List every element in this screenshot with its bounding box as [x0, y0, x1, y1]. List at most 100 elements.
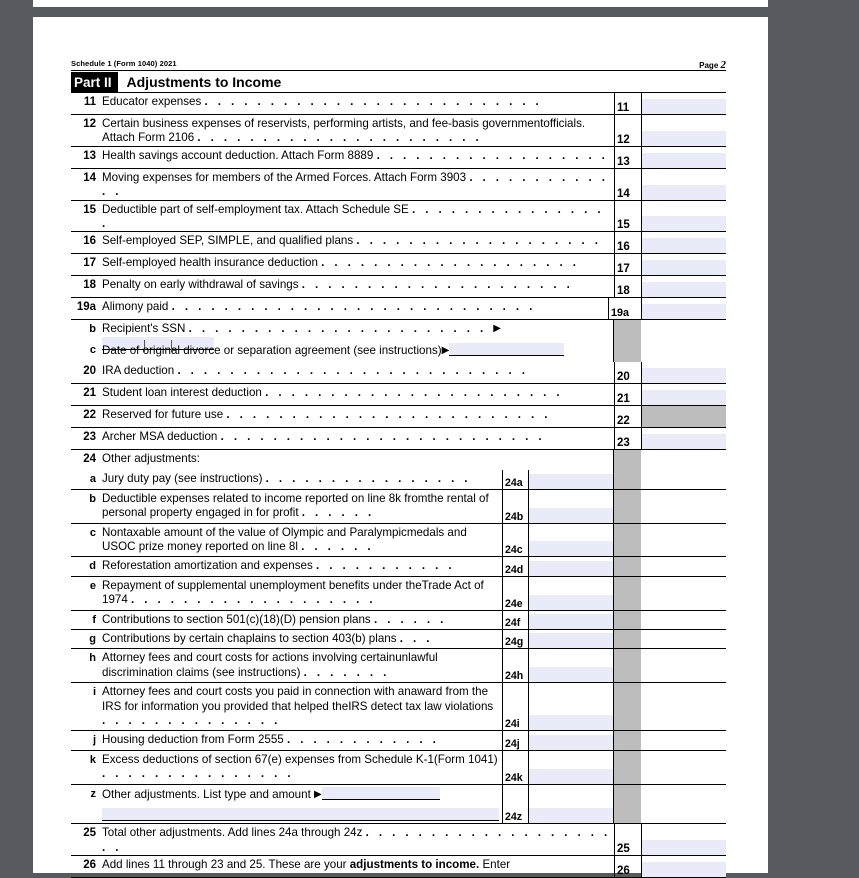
dot-leader: . . . . . . . . . . . . . . . . . . . . … [171, 300, 536, 314]
amount-entry-cell[interactable] [641, 824, 726, 856]
entry-fill[interactable] [642, 184, 726, 200]
amount-entry-cell[interactable] [641, 276, 726, 298]
dot-leader: . . . . . . . . . . . . . . . . . . . . … [197, 131, 483, 145]
entry-fill[interactable] [529, 768, 613, 784]
sub-amount-entry-cell[interactable] [529, 489, 614, 523]
entry-fill[interactable] [642, 152, 726, 168]
dot-leader: . . . . . . [301, 506, 375, 520]
amount-cell-empty [641, 683, 726, 730]
sub-line-letter: e [89, 579, 96, 592]
dot-leader: . . . . . . . . . . . . . . . . . . . . … [177, 364, 529, 378]
amount-entry-cell[interactable] [641, 384, 726, 406]
line-number: 24 [83, 453, 96, 466]
shaded-gutter [614, 683, 641, 731]
amount-entry-cell[interactable] [641, 362, 726, 384]
sub-amount-entry-cell[interactable] [529, 750, 614, 784]
entry-fill[interactable] [529, 734, 613, 750]
sub-amount-entry-cell[interactable] [529, 557, 614, 576]
other-adjustment-type-field-2[interactable] [102, 807, 499, 821]
shaded-entry [642, 406, 726, 428]
form-line-row: 24 Other adjustments: [71, 450, 726, 471]
sub-amount-entry-cell[interactable] [529, 683, 614, 731]
form-line-row: 13 Health savings account deduction. Atta… [71, 146, 726, 169]
entry-fill[interactable] [529, 560, 613, 576]
sub-line-letter: i [92, 686, 96, 699]
entry-fill[interactable] [642, 282, 726, 298]
amount-entry-cell[interactable] [641, 168, 726, 200]
line-text-1: Attorney fees and court costs for action… [102, 651, 396, 665]
sub-amount-entry-cell[interactable] [529, 523, 614, 557]
sub-amount-entry-cell[interactable] [529, 610, 614, 629]
sub-line-tag: 24a [505, 476, 523, 489]
form-body: 11 Educator expenses . . . . . . . . . . … [71, 93, 726, 878]
entry-fill[interactable] [529, 808, 613, 824]
amount-entry-cell[interactable] [641, 428, 726, 450]
line-number: 12 [83, 118, 96, 130]
line-label: Self-employed SEP, SIMPLE, and qualified… [102, 232, 614, 253]
entry-fill[interactable] [529, 594, 613, 610]
entry-fill[interactable] [642, 238, 726, 254]
entry-fill[interactable] [529, 541, 613, 557]
amount-entry-cell[interactable] [641, 254, 726, 276]
form-line-row: 19a Alimony paid . . . . . . . . . . . . … [71, 298, 726, 321]
entry-fill[interactable] [642, 390, 726, 406]
amount-entry-cell[interactable] [641, 406, 726, 428]
other-adjustment-row: a Jury duty pay (see instructions) . . . … [71, 470, 726, 490]
sub-amount-entry-cell[interactable] [529, 470, 614, 489]
amount-entry-cell[interactable] [641, 115, 726, 146]
pointer-arrow-icon: ▶ [493, 323, 501, 335]
entry-fill[interactable] [642, 434, 726, 450]
sub-line-number-box: 24k [502, 750, 529, 784]
sub-amount-entry-cell[interactable] [529, 731, 614, 750]
entry-fill[interactable] [642, 368, 726, 384]
form-line-row: 11 Educator expenses . . . . . . . . . . … [71, 93, 726, 115]
sub-amount-entry-cell[interactable] [529, 649, 614, 683]
shaded-gutter [613, 320, 641, 342]
amount-cell-empty [641, 320, 726, 341]
amount-entry-cell[interactable] [641, 93, 726, 114]
line-text-1: Reforestation amortization and expenses … [102, 559, 456, 573]
line-text: Reserved for future use [102, 408, 224, 422]
entry-fill[interactable] [642, 99, 726, 114]
entry-fill[interactable] [529, 507, 613, 523]
amount-entry-cell[interactable] [641, 146, 726, 168]
entry-fill[interactable] [529, 473, 613, 489]
amount-entry-cell[interactable] [641, 200, 726, 232]
pointer-arrow-icon: ▶ [441, 345, 450, 357]
line-number: 20 [83, 365, 96, 378]
line-label: Self-employed health insurance deduction… [102, 254, 614, 275]
part-title: Adjustments to Income [126, 74, 282, 90]
sub-line-number-box: 24z [502, 784, 529, 824]
sub-amount-entry-cell[interactable] [529, 576, 614, 610]
other-adjustment-type-field[interactable] [321, 786, 440, 800]
sub-line-label: Housing deduction from Form 2555 . . . .… [102, 731, 502, 749]
divorce-date-field[interactable] [449, 343, 565, 357]
entry-fill[interactable] [529, 667, 613, 683]
amount-entry-cell[interactable] [641, 298, 726, 320]
shaded-gutter [614, 750, 641, 784]
entry-fill[interactable] [642, 840, 726, 856]
entry-fill[interactable] [529, 715, 613, 731]
form-line-row: 23 Archer MSA deduction . . . . . . . . .… [71, 428, 726, 451]
line-number: 22 [83, 409, 96, 422]
line-label: Other adjustments: [102, 450, 613, 470]
amount-entry-cell[interactable] [641, 232, 726, 254]
line-text: Date of original divorce or separation a… [102, 344, 442, 358]
entry-fill[interactable] [642, 260, 726, 276]
entry-fill[interactable] [642, 216, 726, 232]
entry-fill[interactable] [529, 614, 613, 629]
other-adjustment-row: e Repayment of supplemental unemployment … [71, 576, 726, 611]
entry-fill[interactable] [529, 633, 613, 649]
amount-entry-cell[interactable] [641, 856, 726, 878]
dot-leader: . . . [399, 632, 433, 645]
sub-amount-entry-cell[interactable] [529, 630, 614, 649]
entry-fill[interactable] [642, 304, 726, 320]
other-adjustment-row: z Other adjustments. List type and amount… [71, 784, 726, 825]
line-label: Recipient's SSN . . . . . . . . . . . . … [102, 320, 613, 352]
sub-amount-entry-cell[interactable] [529, 784, 614, 824]
line-number-box: 12 [614, 115, 641, 146]
entry-fill[interactable] [642, 862, 726, 878]
sub-line-number-box: 24d [502, 557, 529, 576]
line-text-1: Housing deduction from Form 2555 . . . .… [102, 733, 440, 747]
entry-fill[interactable] [642, 130, 726, 146]
